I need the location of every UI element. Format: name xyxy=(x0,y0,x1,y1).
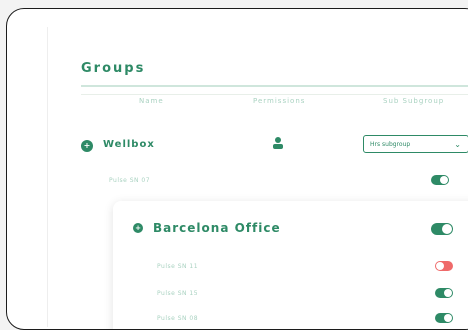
subgroup-select-value: Hrs subgroup xyxy=(370,141,411,148)
device-toggle[interactable] xyxy=(431,175,449,185)
header-divider xyxy=(81,94,468,95)
subgroup-select[interactable]: Hrs subgroup ⌄ xyxy=(363,135,468,153)
user-icon xyxy=(273,137,283,149)
subgroup-card: + Barcelona Office Pulse SN 11 Pulse SN … xyxy=(113,201,468,329)
column-header-permissions: Permissions xyxy=(253,97,306,105)
subgroup-toggle[interactable] xyxy=(431,223,453,235)
chevron-down-icon: ⌄ xyxy=(454,140,461,149)
group-name[interactable]: Wellbox xyxy=(103,139,155,150)
device-label: Pulse SN 11 xyxy=(157,263,199,270)
groups-panel: Groups Name Permissions Sub Subgroup + W… xyxy=(6,8,468,330)
subgroup-name[interactable]: Barcelona Office xyxy=(153,221,281,235)
device-toggle[interactable] xyxy=(435,261,453,271)
device-label: Pulse SN 07 xyxy=(109,177,151,184)
column-header-name: Name xyxy=(139,97,164,105)
expand-icon[interactable]: + xyxy=(133,223,143,233)
device-label: Pulse SN 15 xyxy=(157,290,199,297)
divider xyxy=(47,27,48,327)
page-title: Groups xyxy=(81,61,146,76)
title-underline xyxy=(81,85,468,87)
device-toggle[interactable] xyxy=(435,313,453,323)
expand-icon[interactable]: + xyxy=(81,140,93,152)
device-toggle[interactable] xyxy=(435,288,453,298)
column-header-subgroup: Sub Subgroup xyxy=(383,97,445,105)
